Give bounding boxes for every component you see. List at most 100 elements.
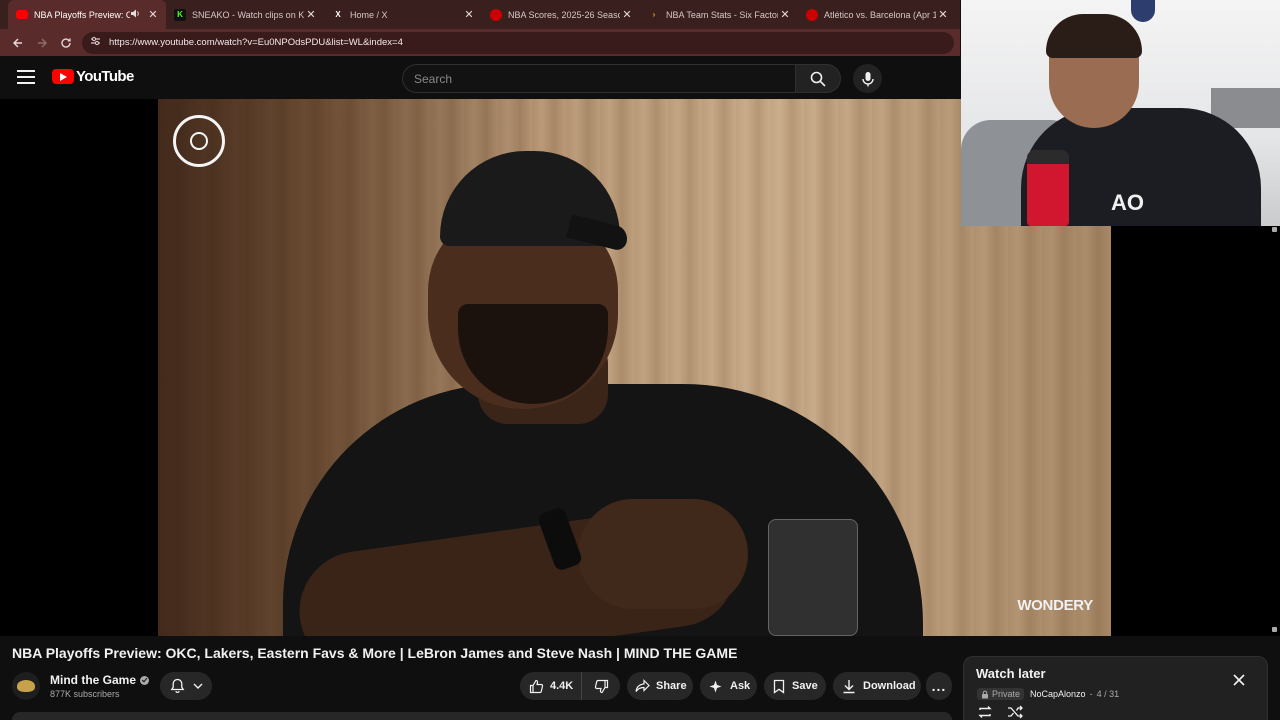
like-button[interactable]: 4.4K [520, 672, 582, 700]
playlist-meta: Private NoCapAlonzo - 4 / 31 [977, 688, 1119, 700]
browser-tab-title: Home / X [350, 9, 388, 20]
browser-tab-title: NBA Team Stats - Six Factor An [666, 9, 778, 20]
stats-icon: › [652, 10, 656, 19]
privacy-badge: Private [977, 688, 1025, 700]
bell-icon [170, 678, 184, 694]
url-text: https://www.youtube.com/watch?v=Eu0NPOds… [109, 37, 403, 48]
playlist-controls [977, 705, 1023, 719]
channel-emblem-icon [17, 680, 35, 692]
search-input[interactable] [414, 65, 796, 92]
forward-button[interactable] [30, 31, 54, 55]
webcam-shirt-print: AO [1111, 190, 1144, 215]
close-tab-icon[interactable]: ✕ [778, 8, 792, 21]
download-label: Download [863, 680, 916, 692]
browser-tab-title: Atlético vs. Barcelona (Apr 14, 2 [824, 9, 936, 20]
browser-tab-title: SNEAKO - Watch clips on Kick [192, 9, 304, 20]
ask-button[interactable]: Ask [700, 672, 757, 700]
video-glass [768, 519, 858, 636]
search-button[interactable] [795, 64, 841, 93]
close-tab-icon[interactable]: ✕ [304, 8, 318, 21]
video-subject-hands [578, 499, 748, 609]
privacy-label: Private [992, 689, 1021, 699]
share-label: Share [656, 680, 687, 692]
close-playlist-button[interactable] [1232, 673, 1246, 687]
browser-tab-strip: NBA Playoffs Preview: OKC ✕ K SNEAKO - Watc… [0, 0, 960, 29]
playlist-owner[interactable]: NoCapAlonzo [1030, 689, 1086, 699]
bookmark-icon [773, 679, 785, 694]
x-icon: X [335, 10, 341, 19]
shuffle-icon[interactable] [1007, 705, 1023, 719]
browser-tab[interactable]: Atlético vs. Barcelona (Apr 14, 2✕ [798, 0, 956, 29]
close-tab-icon[interactable]: ✕ [936, 8, 950, 21]
thumbs-up-icon [529, 679, 544, 693]
browser-tab[interactable]: X Home / X ✕ [324, 0, 482, 29]
youtube-header: YouTube [0, 56, 960, 99]
description-box[interactable] [12, 712, 952, 720]
like-count: 4.4K [550, 680, 574, 692]
channel-avatar[interactable] [12, 672, 40, 700]
thumbs-down-icon [594, 679, 608, 693]
playlist-position: 4 / 31 [1096, 689, 1120, 699]
more-actions-icon: ... [931, 678, 947, 694]
ask-label: Ask [730, 680, 751, 692]
browser-tab[interactable]: NBA Scores, 2025-26 Season - ✕ [482, 0, 640, 29]
video-title: NBA Playoffs Preview: OKC, Lakers, Easte… [12, 645, 738, 661]
forward-arrow-icon [38, 38, 47, 47]
download-icon [843, 679, 855, 693]
back-button[interactable] [6, 31, 30, 55]
webcam-overlay: AO [961, 0, 1280, 226]
share-icon [635, 679, 650, 692]
share-button[interactable]: Share [627, 672, 693, 700]
espn-icon [806, 8, 818, 21]
verified-badge-icon [140, 675, 150, 685]
scrollbar-arrow-down[interactable] [1272, 627, 1277, 632]
screen: NBA Playoffs Preview: OKC ✕ K SNEAKO - Watc… [0, 0, 1280, 720]
subscriber-count: 877K subscribers [50, 689, 120, 699]
url-field[interactable]: https://www.youtube.com/watch?v=Eu0NPOds… [82, 31, 954, 54]
close-tab-icon[interactable]: ✕ [462, 8, 476, 21]
playlist-title[interactable]: Watch later [976, 666, 1046, 681]
notification-bell-button[interactable] [160, 672, 212, 700]
scrollbar-arrow-up[interactable] [1272, 227, 1277, 232]
browser-address-bar: https://www.youtube.com/watch?v=Eu0NPOds… [0, 29, 960, 56]
browser-tab-title: NBA Scores, 2025-26 Season - [508, 9, 620, 20]
browser-tab[interactable]: › NBA Team Stats - Six Factor An✕ [640, 0, 798, 29]
channel-name-row[interactable]: Mind the Game [50, 673, 150, 687]
kick-icon: K [174, 8, 186, 21]
loop-icon[interactable] [977, 705, 993, 719]
browser-tab-title: NBA Playoffs Preview: OKC [34, 9, 130, 20]
playlist-separator: - [1089, 689, 1093, 699]
save-button[interactable]: Save [764, 672, 826, 700]
browser-tab[interactable]: K SNEAKO - Watch clips on Kick ✕ [166, 0, 324, 29]
lock-icon [982, 690, 988, 698]
video-watermark: WONDERY [1017, 597, 1093, 614]
close-tab-icon[interactable]: ✕ [146, 8, 160, 21]
playlist-panel: Watch later Private NoCapAlonzo - 4 / 31 [963, 656, 1268, 720]
close-tab-icon[interactable]: ✕ [620, 8, 634, 21]
youtube-icon [16, 10, 28, 19]
back-arrow-icon [13, 38, 22, 47]
speaker-icon[interactable] [130, 9, 142, 20]
download-button[interactable]: Download [833, 672, 921, 700]
webcam-microphone-grille [1027, 150, 1069, 164]
close-icon [1233, 674, 1245, 686]
search-icon [810, 71, 826, 87]
youtube-logo-text: YouTube [76, 68, 134, 85]
chevron-down-icon [193, 683, 202, 689]
microphone-icon [861, 71, 874, 86]
reload-button[interactable] [54, 31, 78, 55]
menu-icon[interactable] [17, 70, 35, 84]
search-box [402, 64, 796, 93]
dislike-button[interactable] [582, 672, 620, 700]
espn-icon [490, 8, 502, 21]
like-dislike-group: 4.4K [520, 672, 620, 700]
more-actions-button[interactable]: ... [926, 672, 952, 700]
sparkle-icon [709, 680, 722, 692]
browser-tab[interactable]: NBA Playoffs Preview: OKC ✕ [8, 0, 166, 29]
voice-search-button[interactable] [853, 64, 882, 93]
reload-icon [61, 37, 71, 48]
show-logo-icon [173, 115, 225, 167]
channel-name[interactable]: Mind the Game [50, 673, 136, 687]
site-settings-icon[interactable] [90, 36, 101, 49]
youtube-logo[interactable]: YouTube [52, 68, 134, 85]
